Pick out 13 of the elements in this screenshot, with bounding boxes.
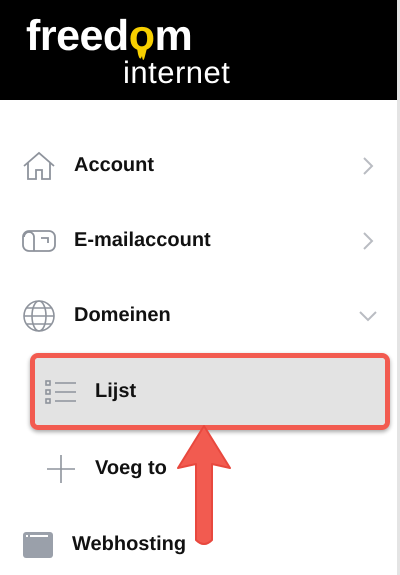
house-icon <box>22 150 56 180</box>
logo-subtitle: internet <box>123 58 230 88</box>
submenu-item[interactable]: Lijst <box>35 358 385 425</box>
menu-item[interactable]: Domeinen <box>0 278 397 353</box>
submenu-item[interactable]: Voeg to <box>35 435 385 502</box>
list-icon <box>45 378 77 404</box>
window-icon <box>22 530 54 558</box>
menu-item[interactable]: E-mailaccount <box>0 203 397 278</box>
menu-item[interactable]: Account <box>0 128 397 203</box>
menu-item[interactable]: Webhosting <box>0 507 397 575</box>
globe-icon <box>22 298 56 332</box>
plus-icon <box>45 452 77 484</box>
mailbox-icon <box>22 228 56 252</box>
